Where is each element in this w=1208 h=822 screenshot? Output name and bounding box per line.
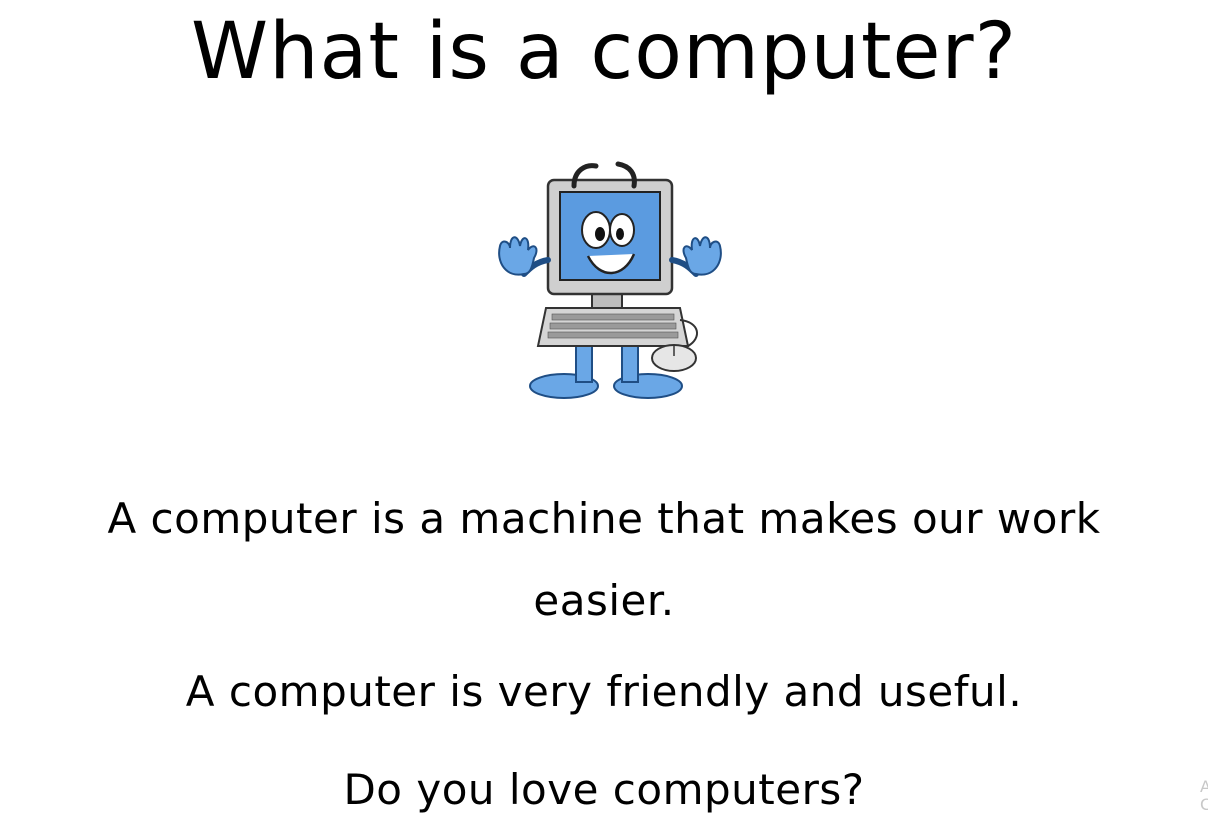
slide-title: What is a computer?	[190, 7, 1017, 97]
cropped-corner-text: A C	[1200, 778, 1208, 814]
paragraph-question: Do you love computers?	[343, 765, 865, 814]
computer-cartoon-icon	[488, 150, 738, 410]
slide: What is a computer? A computer is a mach…	[0, 0, 1208, 822]
paragraph-friendly: A computer is very friendly and useful.	[185, 667, 1023, 716]
paragraph-definition: A computer is a machine that makes our w…	[107, 494, 1101, 625]
